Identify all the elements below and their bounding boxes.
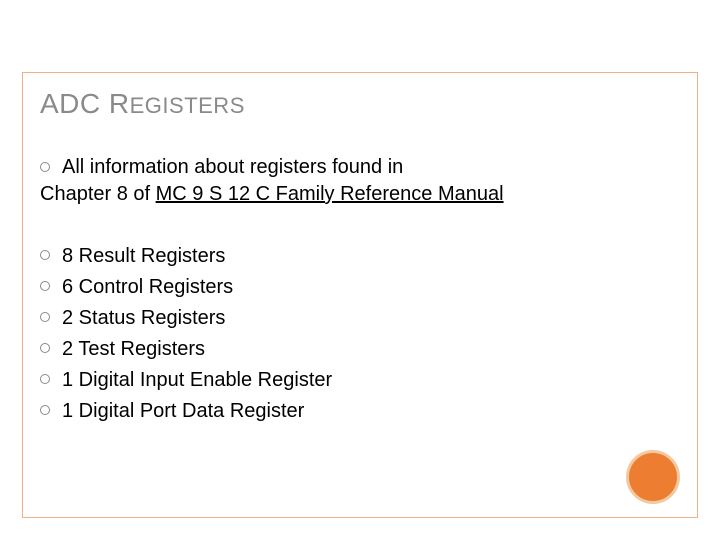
list-item: 2 Test Registers (40, 335, 680, 364)
list-item-text: 2 Test Registers (62, 335, 205, 364)
list-item-text: 1 Digital Port Data Register (62, 397, 304, 426)
list-item: 6 Control Registers (40, 273, 680, 302)
intro-line2-pre: Chapter 8 of (40, 183, 156, 205)
list-item: 2 Status Registers (40, 304, 680, 333)
list-item-text: 2 Status Registers (62, 304, 225, 333)
title-pre: ADC R (40, 88, 130, 119)
intro-row: All information about registers found in (40, 154, 680, 181)
intro-line2: Chapter 8 of MC 9 S 12 C Family Referenc… (40, 181, 680, 208)
intro-paragraph: All information about registers found in… (40, 154, 680, 208)
list-item-text: 1 Digital Input Enable Register (62, 366, 332, 395)
list-item: 8 Result Registers (40, 242, 680, 271)
bullet-icon (40, 343, 50, 353)
title-small: EGISTERS (130, 93, 245, 118)
bullet-icon (40, 162, 50, 172)
slide-content: ADC REGISTERS All information about regi… (40, 88, 680, 428)
bullet-icon (40, 405, 50, 415)
slide-title: ADC REGISTERS (40, 88, 680, 120)
bullet-icon (40, 312, 50, 322)
accent-circle-icon (626, 450, 680, 504)
intro-line1: All information about registers found in (62, 154, 403, 181)
bullet-icon (40, 374, 50, 384)
reference-manual-link: MC 9 S 12 C Family Reference Manual (156, 183, 504, 205)
list-item-text: 6 Control Registers (62, 273, 233, 302)
bullet-icon (40, 281, 50, 291)
list-item-text: 8 Result Registers (62, 242, 225, 271)
list-item: 1 Digital Input Enable Register (40, 366, 680, 395)
register-list: 8 Result Registers 6 Control Registers 2… (40, 242, 680, 426)
bullet-icon (40, 250, 50, 260)
list-item: 1 Digital Port Data Register (40, 397, 680, 426)
